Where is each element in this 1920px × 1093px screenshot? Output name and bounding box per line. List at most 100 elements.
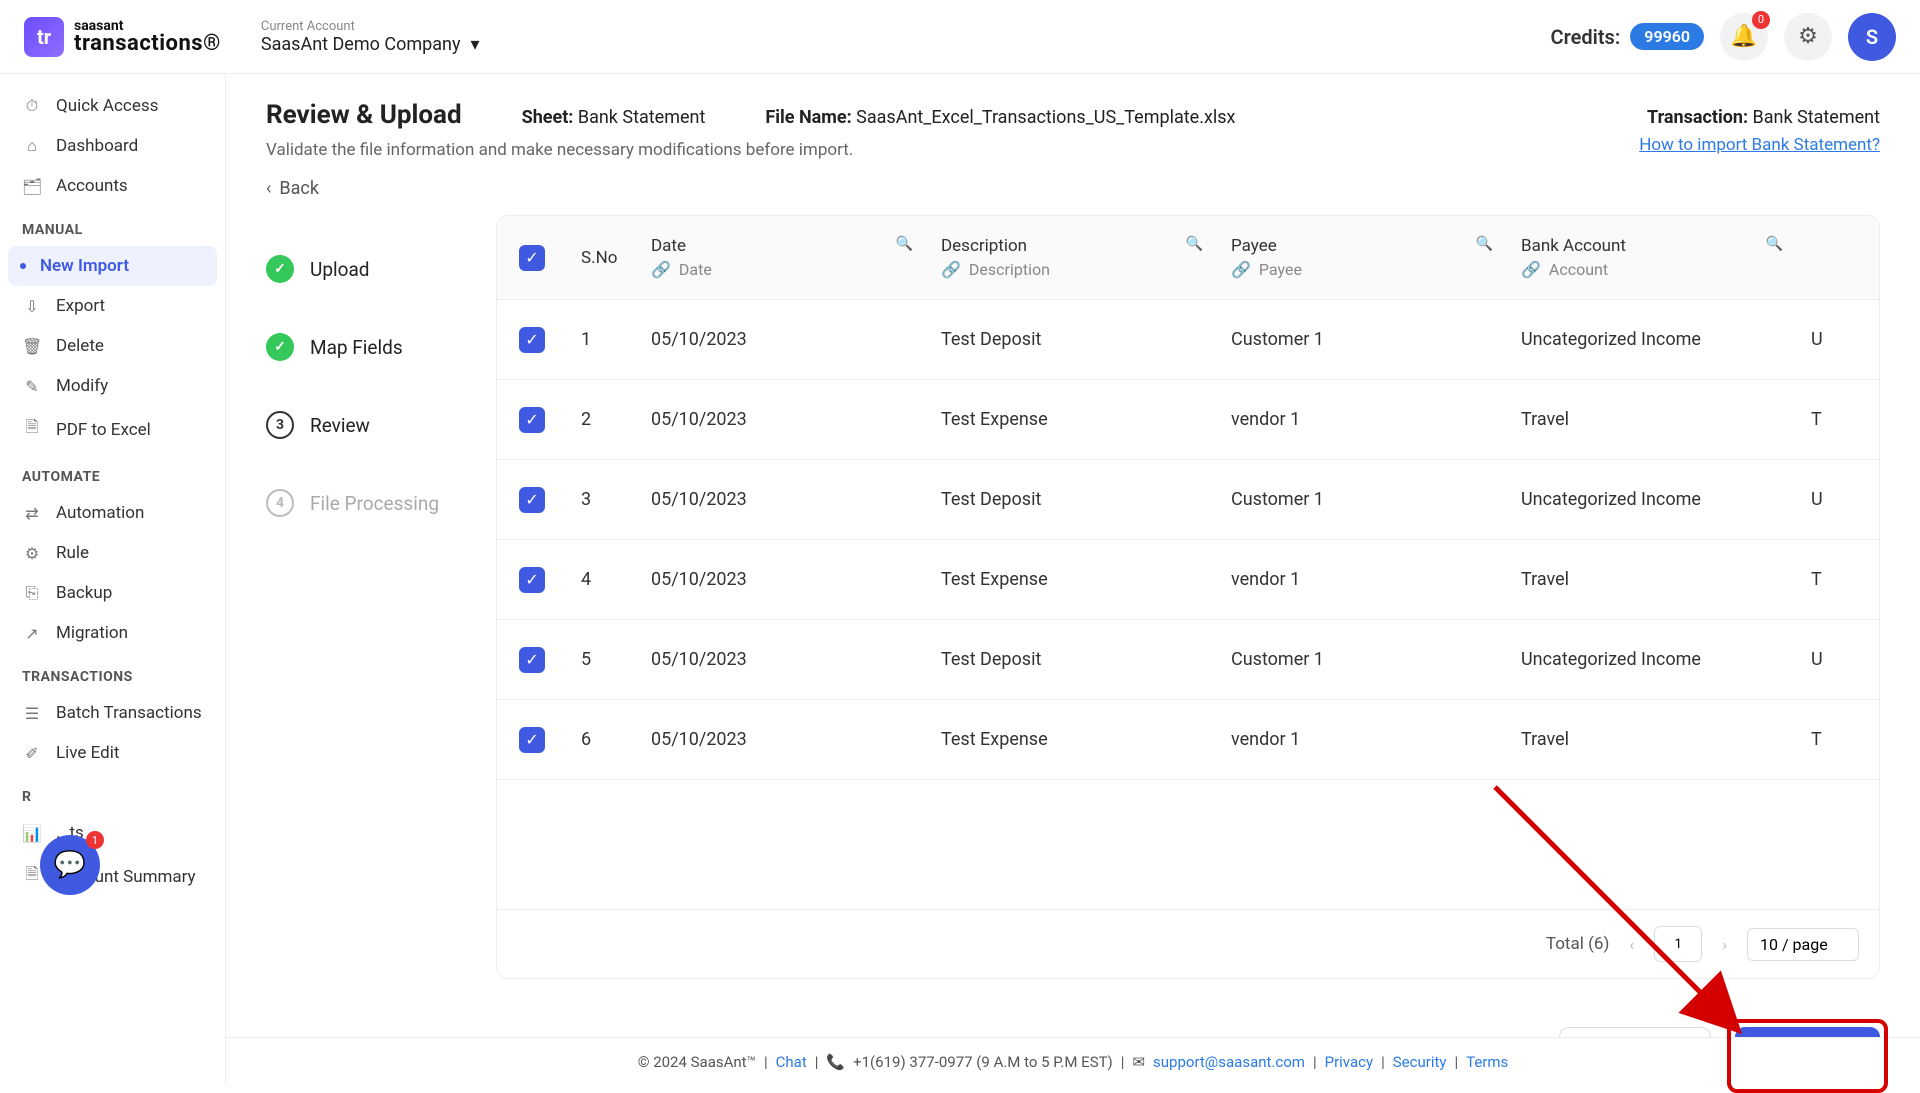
cell-date: 05/10/2023 — [637, 639, 927, 680]
row-checkbox[interactable]: ✓ — [519, 567, 545, 593]
total-count: Total (6) — [1546, 934, 1609, 954]
row-checkbox[interactable]: ✓ — [519, 407, 545, 433]
settings-button[interactable]: ⚙ — [1784, 13, 1832, 61]
prev-page-button[interactable]: ‹ — [1629, 935, 1634, 954]
select-all-checkbox[interactable]: ✓ — [519, 245, 545, 271]
file-label: File Name: — [765, 107, 851, 128]
cell-date: 05/10/2023 — [637, 479, 927, 520]
notifications-button[interactable]: 🔔 0 — [1720, 13, 1768, 61]
row-checkbox[interactable]: ✓ — [519, 487, 545, 513]
avatar[interactable]: S — [1848, 13, 1896, 61]
sidebar-item-live-edit[interactable]: ✐Live Edit — [8, 733, 217, 773]
sidebar-item-delete[interactable]: 🗑Delete — [8, 326, 217, 366]
sidebar-item-pdf-to-excel[interactable]: 🗎PDF to Excel — [8, 406, 217, 453]
sidebar-icon: 🗎 — [22, 863, 42, 890]
table-row[interactable]: ✓305/10/2023Test DepositCustomer 1Uncate… — [497, 460, 1879, 540]
cell-payee: vendor 1 — [1217, 559, 1507, 600]
brand-bottom: transactions® — [74, 33, 221, 55]
footer-security[interactable]: Security — [1393, 1053, 1447, 1071]
col-date-sub: Date — [679, 260, 712, 279]
footer-privacy[interactable]: Privacy — [1325, 1053, 1373, 1071]
search-icon[interactable]: 🔍 — [1766, 236, 1783, 256]
brand-logo[interactable]: tr saasant transactions® — [24, 17, 221, 57]
next-page-button[interactable]: › — [1722, 935, 1727, 954]
sidebar-icon: ⎘ — [22, 583, 42, 603]
sidebar-icon: ☰ — [22, 704, 42, 723]
cell-sno: 3 — [567, 479, 637, 520]
footer-chat[interactable]: Chat — [776, 1053, 807, 1071]
search-icon[interactable]: 🔍 — [1476, 236, 1493, 256]
cell-payee: Customer 1 — [1217, 639, 1507, 680]
page-input[interactable] — [1654, 926, 1702, 962]
cell-description: Test Deposit — [927, 319, 1217, 360]
sidebar-item-automation[interactable]: ⇄Automation — [8, 493, 217, 533]
cell-bank-account: Uncategorized Income — [1507, 479, 1797, 520]
sidebar-section-reports: R — [8, 773, 217, 813]
row-checkbox[interactable]: ✓ — [519, 727, 545, 753]
sidebar-section-automate: AUTOMATE — [8, 453, 217, 493]
back-button[interactable]: ‹ Back — [266, 178, 1880, 199]
row-checkbox[interactable]: ✓ — [519, 647, 545, 673]
sidebar-icon: 🗑 — [22, 337, 42, 356]
sidebar-item-export[interactable]: ⇩Export — [8, 286, 217, 326]
account-label: Current Account — [261, 19, 480, 34]
sidebar-item-new-import[interactable]: New Import — [8, 246, 217, 286]
sidebar-item-migration[interactable]: ↗Migration — [8, 613, 217, 653]
footer-terms[interactable]: Terms — [1466, 1053, 1508, 1071]
table-row[interactable]: ✓405/10/2023Test Expensevendor 1TravelT — [497, 540, 1879, 620]
help-link[interactable]: How to import Bank Statement? — [1639, 135, 1880, 155]
step-circle: ✓ — [266, 255, 294, 283]
stepper: ✓Upload✓Map Fields3Review4File Processin… — [266, 215, 496, 979]
cell-payee: vendor 1 — [1217, 719, 1507, 760]
sidebar-item-label: PDF to Excel — [56, 420, 151, 440]
col-date: Date — [651, 236, 686, 256]
sheet-label: Sheet: — [522, 107, 574, 128]
sidebar-icon: ✎ — [22, 377, 42, 396]
cell-extra: T — [1797, 559, 1857, 600]
footer-email[interactable]: support@saasant.com — [1153, 1053, 1305, 1071]
sidebar-icon: ⌂ — [22, 136, 42, 156]
search-icon[interactable]: 🔍 — [1186, 236, 1203, 256]
link-icon: 🔗 — [1521, 260, 1541, 279]
phone-icon: 📞 — [826, 1053, 845, 1071]
sidebar-item-accounts[interactable]: 🗂Accounts — [8, 166, 217, 206]
step-label: Map Fields — [310, 336, 403, 359]
chat-badge: 1 — [86, 831, 104, 849]
account-switcher[interactable]: Current Account SaasAnt Demo Company ▾ — [261, 19, 480, 55]
sidebar-item-modify[interactable]: ✎Modify — [8, 366, 217, 406]
table-row[interactable]: ✓105/10/2023Test DepositCustomer 1Uncate… — [497, 300, 1879, 380]
sidebar-icon: 📊 — [22, 824, 42, 843]
step-upload: ✓Upload — [266, 255, 496, 283]
step-circle: 3 — [266, 411, 294, 439]
chevron-left-icon: ‹ — [266, 178, 271, 199]
cell-sno: 2 — [567, 399, 637, 440]
step-map-fields: ✓Map Fields — [266, 333, 496, 361]
cell-description: Test Expense — [927, 399, 1217, 440]
table-row[interactable]: ✓605/10/2023Test Expensevendor 1TravelT — [497, 700, 1879, 780]
page-size-select[interactable]: 10 / page — [1747, 928, 1859, 961]
sheet-value: Bank Statement — [578, 107, 706, 128]
credits-label: Credits: — [1551, 25, 1621, 49]
sidebar-item-quick-access[interactable]: ⏱Quick Access — [8, 86, 217, 126]
cell-sno: 6 — [567, 719, 637, 760]
sidebar-item-backup[interactable]: ⎘Backup — [8, 573, 217, 613]
sidebar-item-dashboard[interactable]: ⌂Dashboard — [8, 126, 217, 166]
cell-date: 05/10/2023 — [637, 399, 927, 440]
cell-payee: Customer 1 — [1217, 479, 1507, 520]
footer-copyright: © 2024 SaasAnt™ — [638, 1053, 756, 1071]
sidebar-item-label: Export — [56, 296, 105, 316]
sidebar-item-...ts[interactable]: 📊...ts — [8, 813, 217, 853]
cell-sno: 5 — [567, 639, 637, 680]
table-row[interactable]: ✓505/10/2023Test DepositCustomer 1Uncate… — [497, 620, 1879, 700]
sidebar-item-rule[interactable]: ⚙Rule — [8, 533, 217, 573]
sidebar-item-label: Accounts — [56, 176, 128, 196]
table-row[interactable]: ✓205/10/2023Test Expensevendor 1TravelT — [497, 380, 1879, 460]
sidebar-item-batch-transactions[interactable]: ☰Batch Transactions — [8, 693, 217, 733]
cell-payee: Customer 1 — [1217, 319, 1507, 360]
chat-fab[interactable]: 💬 1 — [40, 835, 100, 895]
row-checkbox[interactable]: ✓ — [519, 327, 545, 353]
mail-icon: ✉ — [1132, 1053, 1145, 1071]
cell-description: Test Deposit — [927, 639, 1217, 680]
sidebar-section-transactions: TRANSACTIONS — [8, 653, 217, 693]
search-icon[interactable]: 🔍 — [896, 236, 913, 256]
